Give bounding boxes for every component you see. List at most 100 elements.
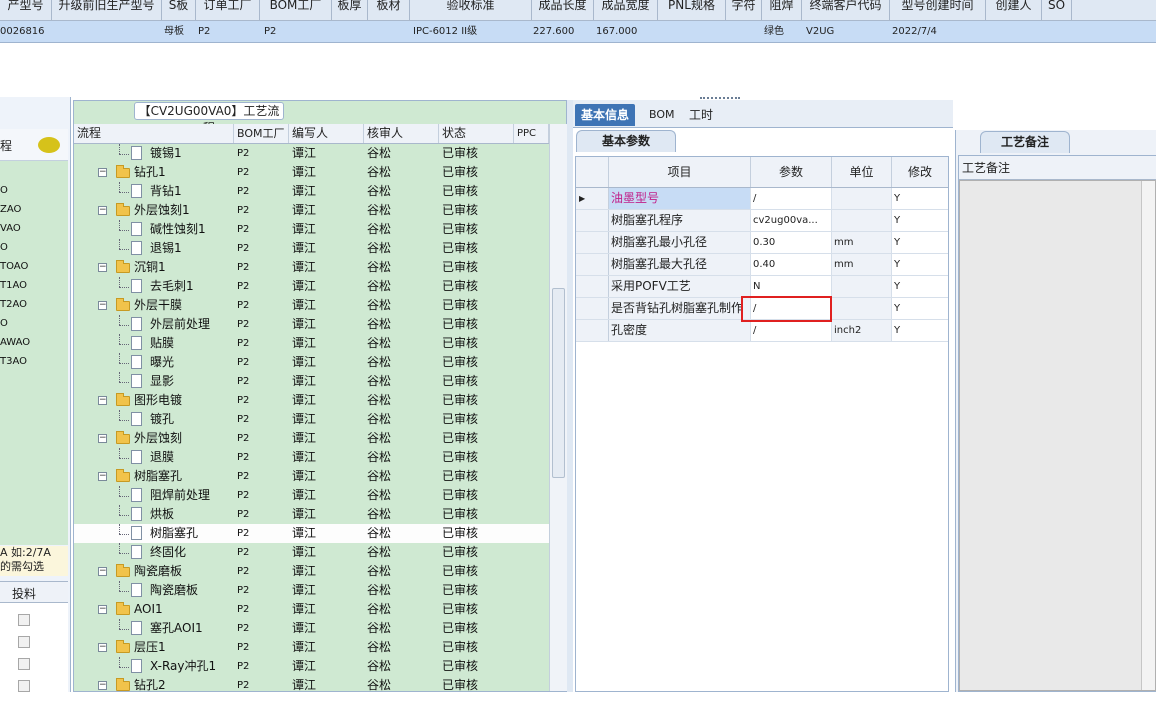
col-header-value[interactable]: 参数: [751, 157, 832, 187]
tree-row[interactable]: 外层前处理 P2 谭江 谷松 已审核: [74, 315, 549, 334]
col-header-width[interactable]: 成品宽度: [594, 0, 658, 21]
col-header-old-model[interactable]: 升级前旧生产型号: [52, 0, 162, 21]
col-header-standard[interactable]: 验收标准: [410, 0, 532, 21]
row-selector[interactable]: [576, 232, 609, 253]
tree-row[interactable]: 镀孔 P2 谭江 谷松 已审核: [74, 410, 549, 429]
tree-row[interactable]: 退锡1 P2 谭江 谷松 已审核: [74, 239, 549, 258]
col-header-unit[interactable]: 单位: [832, 157, 892, 187]
tree-row[interactable]: − AOI1 P2 谭江 谷松 已审核: [74, 600, 549, 619]
list-item[interactable]: O: [0, 242, 8, 253]
col-header-reviewer[interactable]: 核审人: [364, 124, 439, 143]
collapse-icon[interactable]: −: [98, 434, 107, 443]
collapse-icon[interactable]: −: [98, 263, 107, 272]
list-item[interactable]: ZAO: [0, 204, 21, 215]
table-row[interactable]: 0026816 母板 P2 P2 IPC-6012 II级 227.600 16…: [0, 21, 1156, 43]
tree-row[interactable]: − 沉铜1 P2 谭江 谷松 已审核: [74, 258, 549, 277]
tree-row[interactable]: − 树脂塞孔 P2 谭江 谷松 已审核: [74, 467, 549, 486]
list-item[interactable]: TOAO: [0, 261, 28, 272]
param-edit-flag[interactable]: Y: [892, 276, 948, 297]
col-header-edit[interactable]: 修改: [892, 157, 948, 187]
col-header-thickness[interactable]: 板厚: [332, 0, 368, 21]
list-item[interactable]: VAO: [0, 223, 21, 234]
collapse-icon[interactable]: −: [98, 206, 107, 215]
tab-process-remarks[interactable]: 工艺备注: [980, 131, 1070, 153]
collapse-icon[interactable]: −: [98, 681, 107, 690]
remarks-textarea[interactable]: [959, 180, 1156, 691]
tree-row[interactable]: − 钻孔2 P2 谭江 谷松 已审核: [74, 676, 549, 693]
param-row[interactable]: ▶ 油墨型号 / Y: [576, 188, 948, 210]
tree-row[interactable]: 树脂塞孔 P2 谭江 谷松 已审核: [74, 524, 549, 543]
tab-work-hours[interactable]: 工时: [683, 104, 719, 126]
tree-row[interactable]: − 外层干膜 P2 谭江 谷松 已审核: [74, 296, 549, 315]
col-header-pnl[interactable]: PNL规格: [658, 0, 726, 21]
col-header-item[interactable]: 项目: [609, 157, 751, 187]
col-header-created[interactable]: 型号创建时间: [890, 0, 986, 21]
col-header-status[interactable]: 状态: [439, 124, 514, 143]
feed-checkbox[interactable]: [18, 658, 30, 670]
tree-row[interactable]: − 外层蚀刻 P2 谭江 谷松 已审核: [74, 429, 549, 448]
tree-row[interactable]: 碱性蚀刻1 P2 谭江 谷松 已审核: [74, 220, 549, 239]
col-header-writer[interactable]: 编写人: [289, 124, 364, 143]
collapse-icon[interactable]: −: [98, 605, 107, 614]
tree-row[interactable]: − 层压1 P2 谭江 谷松 已审核: [74, 638, 549, 657]
col-header-flow[interactable]: 流程: [74, 124, 234, 143]
param-value[interactable]: 0.40: [751, 254, 832, 275]
list-item[interactable]: T3AO: [0, 356, 27, 367]
col-header-solder-mask[interactable]: 阻焊: [762, 0, 802, 21]
col-header-bom-factory[interactable]: BOM工厂: [260, 0, 332, 21]
row-selector[interactable]: [576, 320, 609, 341]
param-row[interactable]: 树脂塞孔程序 cv2ug00va... Y: [576, 210, 948, 232]
param-edit-flag[interactable]: Y: [892, 298, 948, 319]
tree-row[interactable]: 贴膜 P2 谭江 谷松 已审核: [74, 334, 549, 353]
tab-bom[interactable]: BOM: [643, 104, 681, 126]
list-item[interactable]: AWAO: [0, 337, 30, 348]
param-value[interactable]: /: [751, 320, 832, 341]
collapse-icon[interactable]: −: [98, 396, 107, 405]
feed-checkbox[interactable]: [18, 636, 30, 648]
comment-icon[interactable]: [38, 137, 60, 153]
tree-row[interactable]: 背钻1 P2 谭江 谷松 已审核: [74, 182, 549, 201]
param-row[interactable]: 采用POFV工艺 N Y: [576, 276, 948, 298]
list-item[interactable]: O: [0, 318, 8, 329]
tree-row[interactable]: 终固化 P2 谭江 谷松 已审核: [74, 543, 549, 562]
col-header-model[interactable]: 产型号: [0, 0, 52, 21]
row-selector[interactable]: [576, 254, 609, 275]
col-header-customer-code[interactable]: 终端客户代码: [802, 0, 890, 21]
tree-row[interactable]: X-Ray冲孔1 P2 谭江 谷松 已审核: [74, 657, 549, 676]
param-edit-flag[interactable]: Y: [892, 210, 948, 231]
tree-row[interactable]: 去毛刺1 P2 谭江 谷松 已审核: [74, 277, 549, 296]
param-row[interactable]: 孔密度 / inch2 Y: [576, 320, 948, 342]
feed-column-header[interactable]: 投料: [12, 585, 36, 602]
tree-row[interactable]: 曝光 P2 谭江 谷松 已审核: [74, 353, 549, 372]
col-header-length[interactable]: 成品长度: [532, 0, 594, 21]
col-header-s-board[interactable]: S板: [162, 0, 196, 21]
col-header-char[interactable]: 字符: [726, 0, 762, 21]
remarks-scrollbar[interactable]: [1141, 181, 1155, 690]
tree-row[interactable]: 陶瓷磨板 P2 谭江 谷松 已审核: [74, 581, 549, 600]
tree-row[interactable]: − 陶瓷磨板 P2 谭江 谷松 已审核: [74, 562, 549, 581]
col-header-so[interactable]: SO: [1042, 0, 1072, 21]
param-row[interactable]: 树脂塞孔最小孔径 0.30 mm Y: [576, 232, 948, 254]
col-header-bom-factory[interactable]: BOM工厂: [234, 124, 289, 143]
collapse-icon[interactable]: −: [98, 567, 107, 576]
param-row[interactable]: 树脂塞孔最大孔径 0.40 mm Y: [576, 254, 948, 276]
collapse-icon[interactable]: −: [98, 301, 107, 310]
list-item[interactable]: T1AO: [0, 280, 27, 291]
tree-row[interactable]: 烘板 P2 谭江 谷松 已审核: [74, 505, 549, 524]
param-value[interactable]: /: [751, 188, 832, 209]
row-selector[interactable]: [576, 276, 609, 297]
vertical-splitter[interactable]: [567, 100, 573, 692]
param-edit-flag[interactable]: Y: [892, 320, 948, 341]
tab-basic-info[interactable]: 基本信息: [575, 104, 636, 126]
row-selector[interactable]: ▶: [576, 188, 609, 209]
param-value[interactable]: cv2ug00va...: [751, 210, 832, 231]
list-item[interactable]: O: [0, 185, 8, 196]
collapse-icon[interactable]: −: [98, 643, 107, 652]
tree-row[interactable]: 塞孔AOI1 P2 谭江 谷松 已审核: [74, 619, 549, 638]
col-header-creator[interactable]: 创建人: [986, 0, 1042, 21]
tree-row[interactable]: 阻焊前处理 P2 谭江 谷松 已审核: [74, 486, 549, 505]
param-edit-flag[interactable]: Y: [892, 232, 948, 253]
tab-basic-params[interactable]: 基本参数: [576, 130, 676, 152]
col-header-order-factory[interactable]: 订单工厂: [196, 0, 260, 21]
tree-row[interactable]: − 图形电镀 P2 谭江 谷松 已审核: [74, 391, 549, 410]
